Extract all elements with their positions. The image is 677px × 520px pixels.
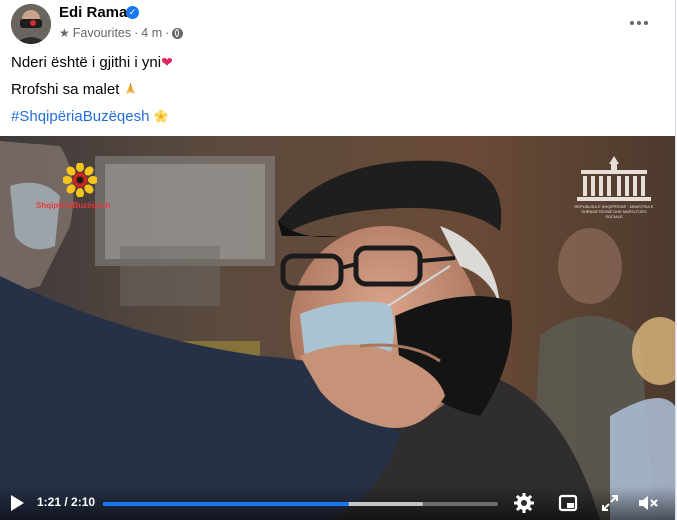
ministry-logo: REPUBLIKA E SHQIPËRISË · MINISTRIA E SHË… <box>573 154 655 219</box>
sunflower-logo-icon <box>63 163 97 197</box>
blossom-emoji-icon <box>154 108 168 125</box>
post-timestamp[interactable]: 4 m <box>141 26 162 40</box>
shqiperia-buzeqesh-logo: ShqipëriaBuzëqesh <box>36 163 144 223</box>
more-dots-icon <box>630 21 634 25</box>
favourites-star-icon: ★ <box>59 26 70 40</box>
verified-badge-icon: ✓ <box>126 6 139 19</box>
time-display: 1:21 / 2:10 <box>37 495 96 509</box>
folded-hands-emoji-icon <box>119 82 136 98</box>
author-avatar[interactable] <box>11 4 51 44</box>
more-dot <box>637 21 641 25</box>
video-player[interactable]: ShqipëriaBuzëqesh REPUBLIKA E SHQIPËRISË… <box>0 136 675 520</box>
progress-bar[interactable] <box>103 502 498 506</box>
author-name[interactable]: Edi Rama <box>59 4 127 21</box>
post-text-line-2: Rrofshi sa malet <box>11 81 137 98</box>
post-text: Nderi është i gjithi i yni <box>11 54 162 71</box>
picture-in-picture-icon[interactable] <box>557 492 579 514</box>
meta-separator: · <box>165 26 170 40</box>
progress-played <box>103 502 350 506</box>
ministry-caption: REPUBLIKA E SHQIPËRISË · MINISTRIA E SHË… <box>574 204 654 219</box>
video-controls: 1:21 / 2:10 <box>0 486 675 520</box>
play-icon[interactable] <box>10 495 24 511</box>
avatar-image <box>11 4 51 44</box>
post-meta: ★ Favourites · 4 m · <box>59 26 184 40</box>
volume-muted-icon[interactable] <box>637 492 659 514</box>
settings-gear-icon[interactable] <box>513 492 535 514</box>
logo-text: ShqipëriaBuzëqesh <box>36 201 111 210</box>
red-heart-emoji-icon: ❤ <box>161 55 173 71</box>
post-text: Rrofshi sa malet <box>11 81 120 98</box>
post-header: Edi Rama ✓ ★ Favourites · 4 m · <box>0 0 675 48</box>
post-card: Edi Rama ✓ ★ Favourites · 4 m · Nderi ës… <box>0 0 676 520</box>
hashtag-text[interactable]: #ShqipëriaBuzëqesh <box>11 108 149 125</box>
hashtag-link[interactable]: #ShqipëriaBuzëqesh <box>11 108 168 125</box>
post-text-line-1: Nderi është i gjithi i yni❤ <box>11 54 173 71</box>
ministry-building-icon <box>577 156 651 201</box>
audience-label[interactable]: Favourites <box>73 26 131 40</box>
fullscreen-expand-icon[interactable] <box>599 492 621 514</box>
more-options-button[interactable] <box>621 8 657 38</box>
more-dot <box>644 21 648 25</box>
public-globe-icon <box>172 27 184 39</box>
meta-separator: · <box>134 26 139 40</box>
